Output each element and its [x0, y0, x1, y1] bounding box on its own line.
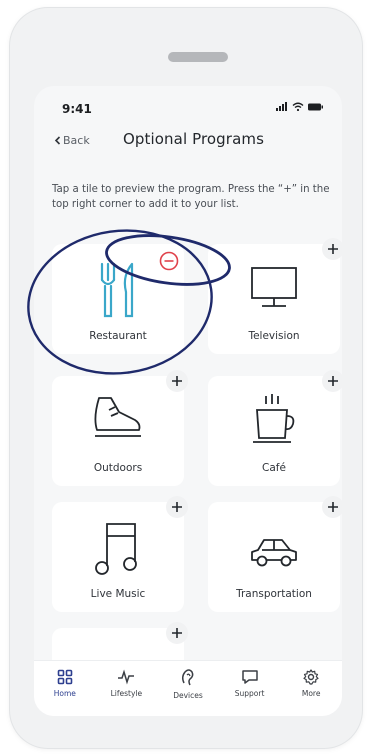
app-screen: 9:41 Back Optional Programs Tap a tile t… — [34, 86, 342, 716]
car-icon — [208, 534, 340, 570]
tile-cafe[interactable]: Café — [208, 370, 342, 486]
television-icon — [208, 262, 340, 312]
nav-item-support[interactable]: Support — [224, 669, 276, 698]
phone-speaker — [168, 52, 228, 62]
hearing-aid-icon — [181, 669, 194, 686]
add-button[interactable] — [322, 370, 342, 392]
tile-outdoors[interactable]: Outdoors — [52, 370, 188, 486]
nav-label: Home — [53, 689, 76, 698]
tile-label: Transportation — [236, 588, 312, 600]
nav-item-home[interactable]: Home — [39, 669, 91, 698]
add-button[interactable] — [322, 496, 342, 518]
tile-transportation[interactable]: Transportation — [208, 496, 342, 612]
nav-item-more[interactable]: More — [285, 669, 337, 698]
add-button[interactable] — [166, 496, 188, 518]
shoe-icon — [52, 394, 184, 444]
remove-button[interactable] — [158, 250, 180, 272]
tile-restaurant[interactable]: Restaurant — [52, 244, 184, 354]
nav-label: More — [301, 689, 321, 698]
plus-icon — [328, 244, 338, 254]
nav-label: Lifestyle — [110, 689, 143, 698]
coffee-cup-icon — [208, 394, 340, 448]
nav-item-devices[interactable]: Devices — [162, 669, 214, 700]
plus-icon — [328, 376, 338, 386]
chat-bubble-icon — [241, 670, 258, 684]
plus-icon — [172, 502, 182, 512]
tile-label: Restaurant — [89, 330, 147, 342]
add-button[interactable] — [166, 370, 188, 392]
add-button[interactable] — [322, 238, 342, 260]
program-grid: Restaurant Television Outdoors Café Live… — [34, 86, 342, 716]
activity-icon — [118, 669, 135, 685]
plus-icon — [328, 502, 338, 512]
tile-television[interactable]: Television — [208, 238, 342, 354]
tile-label: Television — [248, 330, 300, 342]
nav-item-lifestyle[interactable]: Lifestyle — [100, 669, 152, 698]
tile-live-music[interactable]: Live Music — [52, 496, 188, 612]
bottom-navigation: Home Lifestyle Devices Support More — [34, 660, 342, 716]
add-button[interactable] — [166, 622, 188, 644]
tile-label: Live Music — [90, 588, 146, 600]
plus-icon — [172, 376, 182, 386]
plus-icon — [172, 628, 182, 638]
nav-label: Support — [234, 689, 265, 698]
tile-label: Outdoors — [93, 462, 143, 474]
nav-label: Devices — [173, 691, 203, 700]
gear-icon — [303, 669, 319, 685]
minus-circle-icon — [159, 251, 179, 271]
music-note-icon — [52, 520, 184, 576]
home-grid-icon — [57, 669, 73, 685]
tile-label: Café — [262, 462, 286, 474]
